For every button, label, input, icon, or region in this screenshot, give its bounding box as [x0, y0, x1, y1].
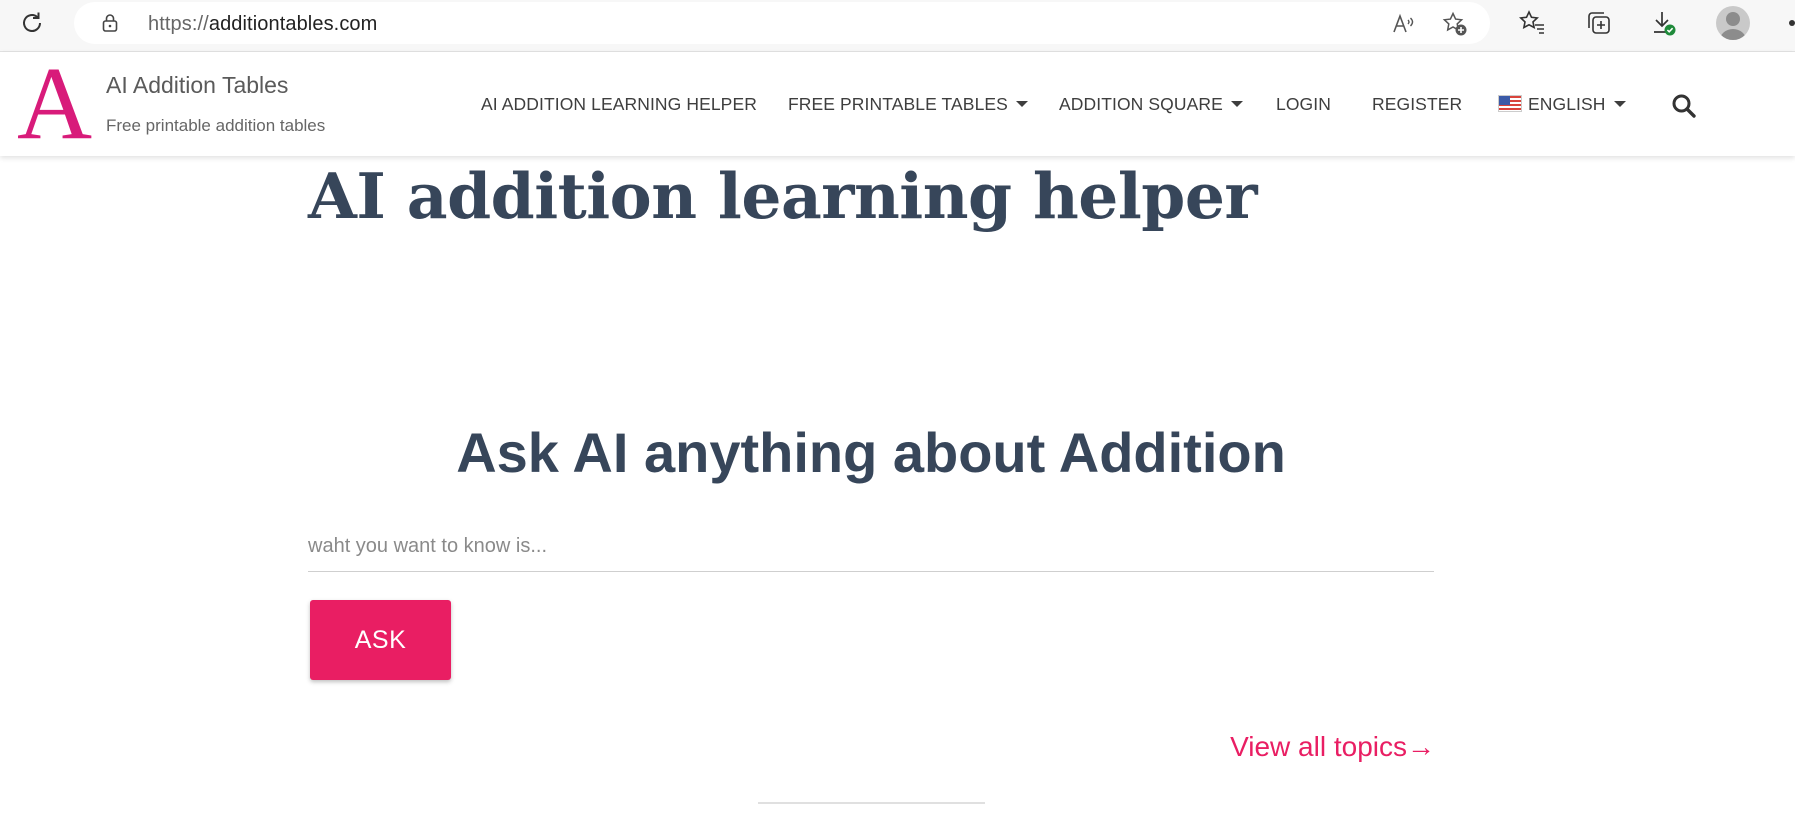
main-nav: AI ADDITION LEARNING HELPER FREE PRINTAB…	[0, 52, 1795, 156]
add-favorite-icon[interactable]	[1442, 11, 1468, 37]
profile-avatar[interactable]	[1716, 6, 1750, 40]
search-icon[interactable]	[1671, 93, 1697, 119]
caret-down-icon	[1613, 101, 1626, 107]
divider	[758, 802, 985, 804]
collections-icon[interactable]	[1585, 9, 1613, 37]
page-title: AI addition learning helper	[308, 159, 1258, 233]
language-selector[interactable]: ENGLISH	[1498, 94, 1626, 115]
nav-item-label: ADDITION SQUARE	[1059, 94, 1223, 114]
caret-down-icon	[1230, 101, 1243, 107]
reload-icon[interactable]	[18, 9, 46, 37]
nav-item-label: FREE PRINTABLE TABLES	[788, 94, 1008, 114]
caret-down-icon	[1015, 101, 1028, 107]
nav-item-register[interactable]: REGISTER	[1372, 94, 1462, 115]
url-scheme: https://	[148, 13, 209, 35]
question-input[interactable]	[308, 526, 1434, 572]
browser-toolbar: https://additiontables.com	[0, 0, 1795, 52]
nav-item-ai-helper[interactable]: AI ADDITION LEARNING HELPER	[481, 94, 757, 115]
downloads-icon[interactable]	[1650, 9, 1678, 37]
lock-icon[interactable]	[100, 13, 120, 33]
us-flag-icon	[1498, 95, 1522, 112]
read-aloud-icon[interactable]	[1392, 13, 1416, 35]
address-bar[interactable]: https://additiontables.com	[74, 2, 1490, 44]
more-menu-icon[interactable]	[1789, 20, 1795, 26]
person-icon	[1720, 12, 1746, 40]
nav-item-printable-tables[interactable]: FREE PRINTABLE TABLES	[788, 94, 1028, 115]
nav-item-label: LOGIN	[1276, 94, 1331, 114]
nav-item-label: AI ADDITION LEARNING HELPER	[481, 94, 757, 114]
favorites-icon[interactable]	[1518, 9, 1546, 37]
site-header: A AI Addition Tables Free printable addi…	[0, 52, 1795, 156]
url-text[interactable]: https://additiontables.com	[148, 13, 377, 36]
ask-heading: Ask AI anything about Addition	[456, 421, 1286, 484]
view-all-topics-link[interactable]: View all topics→	[1230, 731, 1435, 763]
nav-item-login[interactable]: LOGIN	[1276, 94, 1331, 115]
ask-button[interactable]: ASK	[310, 600, 451, 680]
language-label: ENGLISH	[1528, 94, 1606, 114]
nav-item-addition-square[interactable]: ADDITION SQUARE	[1059, 94, 1243, 115]
nav-item-label: REGISTER	[1372, 94, 1463, 114]
url-host: additiontables.com	[208, 13, 378, 35]
